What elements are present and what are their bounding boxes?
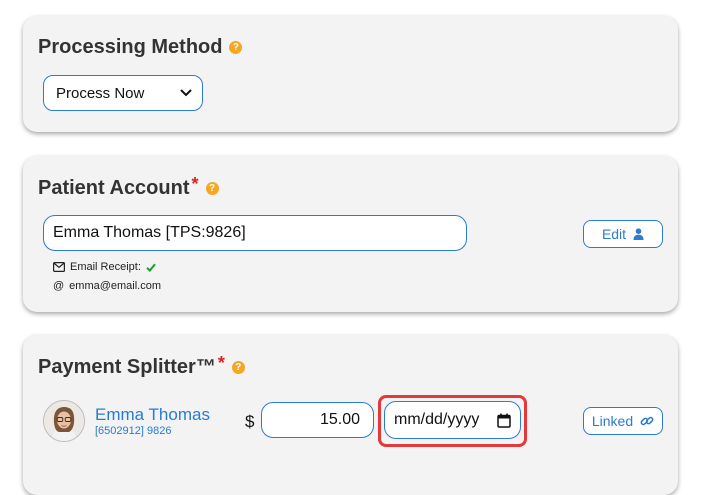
payment-splitter-card: Payment Splitter™ * ? Emma Thomas [65029… — [23, 335, 678, 495]
help-icon[interactable]: ? — [229, 41, 243, 54]
email-receipt-row: Email Receipt: — [53, 261, 156, 273]
patient-account-card: Patient Account * ? Emma Thomas [TPS:982… — [23, 156, 678, 312]
processing-method-title: Processing Method — [38, 36, 223, 58]
patient-account-title: Patient Account — [38, 177, 190, 199]
amount-value: 15.00 — [319, 411, 360, 428]
processing-method-selected-value: Process Now — [56, 84, 145, 102]
user-icon — [633, 228, 644, 240]
processing-method-heading: Processing Method ? — [38, 36, 243, 59]
calendar-icon[interactable] — [497, 413, 511, 428]
link-icon — [640, 416, 654, 426]
linked-button[interactable]: Linked — [583, 407, 663, 435]
email-receipt-label: Email Receipt: — [70, 261, 141, 273]
date-input[interactable]: mm/dd/yyyy — [384, 401, 521, 439]
patient-account-heading: Patient Account * ? — [38, 174, 219, 200]
avatar-image — [44, 401, 84, 441]
required-marker: * — [191, 174, 199, 194]
chevron-down-icon — [180, 89, 192, 97]
date-placeholder: mm/dd/yyyy — [394, 411, 480, 428]
payment-splitter-title: Payment Splitter™ — [38, 356, 216, 378]
help-icon[interactable]: ? — [231, 361, 245, 374]
payee-name-link[interactable]: Emma Thomas — [95, 405, 210, 425]
amount-input[interactable]: 15.00 — [261, 402, 374, 438]
patient-account-field[interactable]: Emma Thomas [TPS:9826] — [43, 215, 467, 251]
payment-splitter-heading: Payment Splitter™ * ? — [38, 353, 245, 379]
edit-button-label: Edit — [601, 226, 627, 242]
required-marker: * — [217, 353, 225, 373]
avatar — [43, 400, 85, 442]
patient-account-value: Emma Thomas [TPS:9826] — [53, 224, 246, 241]
at-icon: @ — [53, 280, 65, 292]
currency-symbol: $ — [245, 412, 255, 431]
linked-button-label: Linked — [591, 413, 634, 429]
help-icon[interactable]: ? — [205, 182, 219, 195]
processing-method-card: Processing Method ? Process Now — [23, 16, 678, 132]
payee-id: [6502912] 9826 — [95, 425, 172, 437]
envelope-icon — [53, 262, 65, 272]
email-row: @ emma@email.com — [53, 280, 161, 292]
processing-method-select[interactable]: Process Now — [43, 75, 203, 111]
email-address: emma@email.com — [69, 280, 162, 292]
checkmark-icon — [146, 263, 156, 272]
edit-button[interactable]: Edit — [583, 220, 663, 248]
